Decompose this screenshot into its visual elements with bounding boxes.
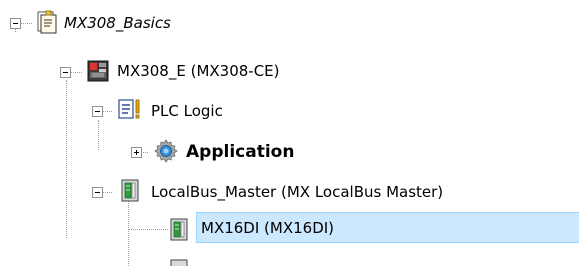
collapse-toggle[interactable] xyxy=(60,67,71,78)
tree-connector xyxy=(70,72,82,73)
tree-connector xyxy=(128,229,168,230)
device-tree: MX308_Basics MX308_E (MX308-CE) PLC Logi… xyxy=(0,0,579,266)
tree-item-application-label[interactable]: Application xyxy=(186,137,294,167)
collapse-toggle[interactable] xyxy=(92,187,103,198)
tree-connector xyxy=(128,200,129,266)
expand-toggle[interactable] xyxy=(131,147,142,158)
tree-item-plc-logic-label[interactable]: PLC Logic xyxy=(151,96,223,126)
tree-item-device-label[interactable]: MX308_E (MX308-CE) xyxy=(117,56,280,86)
tree-connector xyxy=(98,120,99,150)
tree-item-localbus-label[interactable]: LocalBus_Master (MX LocalBus Master) xyxy=(151,177,443,207)
tree-connector xyxy=(66,80,67,238)
plc-logic-icon xyxy=(117,98,145,126)
collapse-toggle[interactable] xyxy=(10,18,21,29)
collapse-toggle[interactable] xyxy=(92,106,103,117)
plc-device-icon xyxy=(86,58,110,88)
tree-item-module-label[interactable]: MX16DI (MX16DI) xyxy=(201,213,334,243)
gear-icon xyxy=(153,138,179,168)
tree-connector xyxy=(20,23,32,24)
io-module-icon xyxy=(119,178,143,208)
tree-item-project-label[interactable]: MX308_Basics xyxy=(64,8,171,38)
project-file-icon xyxy=(36,10,58,38)
io-module-icon xyxy=(168,256,192,266)
tree-connector xyxy=(102,111,112,112)
io-module-icon xyxy=(168,217,192,247)
tree-connector xyxy=(102,192,112,193)
